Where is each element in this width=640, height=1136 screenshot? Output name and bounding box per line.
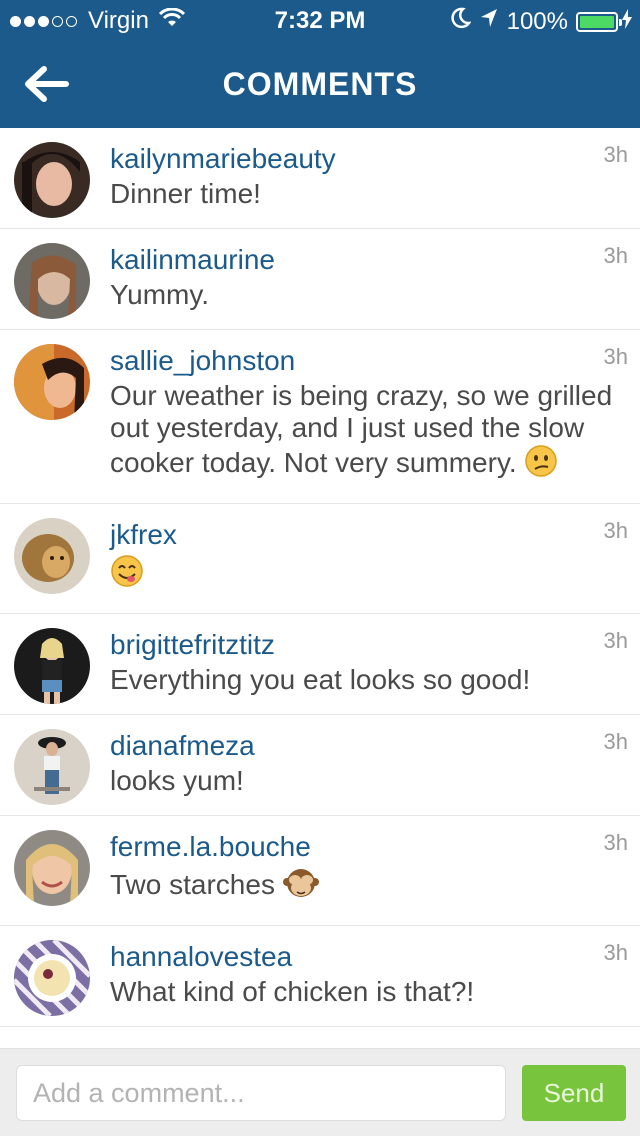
comment-username[interactable]: dianafmeza [110, 729, 255, 763]
comment-text: Our weather is being crazy, so we grille… [110, 380, 640, 485]
comment-username[interactable]: ferme.la.bouche [110, 830, 311, 864]
avatar[interactable] [14, 142, 90, 218]
comment-text-content: Dinner time! [110, 178, 261, 209]
battery-icon [576, 11, 622, 32]
comment-text: What kind of chicken is that?! [110, 976, 640, 1008]
battery-percent: 100% [506, 7, 568, 35]
comment-row[interactable]: dianafmeza 3h looks yum! [0, 715, 640, 816]
comment-row[interactable]: ferme.la.bouche 3h Two starches [0, 816, 640, 926]
navigation-bar: COMMENTS [0, 40, 640, 128]
comment-username[interactable]: kailinmaurine [110, 243, 275, 277]
comment-username[interactable]: sallie_johnston [110, 344, 295, 378]
comment-time: 3h [603, 940, 628, 965]
comment-list: kailynmariebeauty 3h Dinner time! kailinmau… [0, 128, 640, 1048]
comment-text-content: What kind of chicken is that?! [110, 976, 475, 1007]
comment-text-content: Two starches [110, 868, 283, 900]
battery-fill [580, 15, 614, 28]
status-bar: Virgin 7:32 PM 100% [0, 0, 640, 40]
avatar[interactable] [14, 518, 90, 594]
page-title: COMMENTS [222, 66, 418, 102]
comment-time: 3h [603, 344, 628, 369]
location-arrow-icon [479, 7, 499, 36]
comment-username[interactable]: jkfrex [110, 518, 177, 552]
comment-text: Yummy. [110, 279, 640, 311]
comment-row[interactable]: brigittefritztitz 3h Everything you eat lo… [0, 614, 640, 715]
comment-username[interactable]: brigittefritztitz [110, 628, 275, 662]
comment-username[interactable]: hannalovestea [110, 940, 292, 974]
comment-time: 3h [603, 243, 628, 268]
avatar[interactable] [14, 243, 90, 319]
comment-text: Everything you eat looks so good! [110, 664, 640, 696]
avatar[interactable] [14, 344, 90, 420]
comment-text: Dinner time! [110, 178, 640, 210]
avatar[interactable] [14, 729, 90, 805]
comment-text: looks yum! [110, 765, 640, 797]
comment-time: 3h [603, 830, 628, 855]
avatar[interactable] [14, 830, 90, 906]
comment-username[interactable]: kailynmariebeauty [110, 142, 336, 176]
comment-row[interactable]: kailynmariebeauty 3h Dinner time! [0, 128, 640, 229]
smiling-face-tongue-icon [110, 554, 144, 595]
moon-icon [451, 7, 472, 36]
see-no-evil-monkey-icon [282, 866, 319, 907]
comment-text-content: looks yum! [110, 765, 244, 796]
avatar[interactable] [14, 940, 90, 1016]
comment-row[interactable]: jkfrex 3h [0, 504, 640, 614]
comment-row[interactable]: kailinmaurine 3h Yummy. [0, 229, 640, 330]
comment-row[interactable]: hannalovestea 3h What kind of chicken is t… [0, 926, 640, 1027]
charging-bolt-icon [622, 8, 632, 36]
comment-time: 3h [603, 628, 628, 653]
comment-time: 3h [603, 518, 628, 543]
comment-text [110, 554, 640, 595]
comment-time: 3h [603, 142, 628, 167]
comment-text: Two starches [110, 866, 640, 907]
avatar[interactable] [14, 628, 90, 704]
comment-text-content: Everything you eat looks so good! [110, 664, 531, 695]
top-bar: Virgin 7:32 PM 100% COMMENTS [0, 0, 640, 128]
send-button[interactable]: Send [522, 1065, 626, 1121]
comment-text-content: Yummy. [110, 279, 210, 310]
comment-time: 3h [603, 729, 628, 754]
confused-face-icon [524, 444, 558, 485]
comment-composer: Send [0, 1048, 640, 1136]
comment-input[interactable] [16, 1065, 506, 1121]
comment-row[interactable]: sallie_johnston 3h Our weather is being cr… [0, 330, 640, 504]
